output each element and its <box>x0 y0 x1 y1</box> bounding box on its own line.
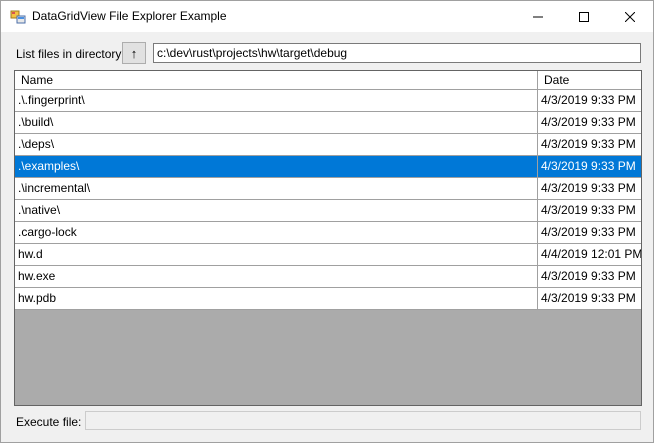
grid-rows: .\.fingerprint\ 4/3/2019 9:33 PM .\build\ 4… <box>15 90 641 310</box>
table-row[interactable]: .\incremental\ 4/3/2019 9:33 PM <box>15 178 641 200</box>
column-header-date[interactable]: Date <box>538 71 641 89</box>
cell-name[interactable]: .\incremental\ <box>15 178 538 199</box>
title-bar[interactable]: DataGridView File Explorer Example <box>1 1 653 32</box>
table-row[interactable]: .\.fingerprint\ 4/3/2019 9:33 PM <box>15 90 641 112</box>
cell-date[interactable]: 4/3/2019 9:33 PM <box>538 222 641 243</box>
minimize-icon <box>533 16 543 17</box>
cell-name[interactable]: .\deps\ <box>15 134 538 155</box>
directory-path-input[interactable]: c:\dev\rust\projects\hw\target\debug <box>153 43 641 63</box>
app-icon <box>10 10 26 24</box>
cell-date[interactable]: 4/3/2019 9:33 PM <box>538 288 641 309</box>
window-title: DataGridView File Explorer Example <box>32 9 227 23</box>
cell-name[interactable]: .\native\ <box>15 200 538 221</box>
cell-date[interactable]: 4/3/2019 9:33 PM <box>538 112 641 133</box>
cell-name[interactable]: hw.d <box>15 244 538 265</box>
close-icon <box>625 11 635 22</box>
execute-file-label: Execute file: <box>16 415 82 429</box>
cell-date[interactable]: 4/3/2019 9:33 PM <box>538 200 641 221</box>
table-row[interactable]: .\deps\ 4/3/2019 9:33 PM <box>15 134 641 156</box>
cell-date[interactable]: 4/3/2019 9:33 PM <box>538 178 641 199</box>
table-row[interactable]: hw.exe 4/3/2019 9:33 PM <box>15 266 641 288</box>
table-row[interactable]: .cargo-lock 4/3/2019 9:33 PM <box>15 222 641 244</box>
app-window: DataGridView File Explorer Example List … <box>0 0 654 443</box>
table-row[interactable]: hw.d 4/4/2019 12:01 PM <box>15 244 641 266</box>
table-row[interactable]: .\native\ 4/3/2019 9:33 PM <box>15 200 641 222</box>
cell-date[interactable]: 4/3/2019 9:33 PM <box>538 156 641 177</box>
cell-name[interactable]: .\.fingerprint\ <box>15 90 538 111</box>
cell-name[interactable]: hw.pdb <box>15 288 538 309</box>
cell-date[interactable]: 4/3/2019 9:33 PM <box>538 134 641 155</box>
grid-header: Name Date <box>15 71 641 90</box>
execute-file-input[interactable] <box>85 411 641 430</box>
table-row[interactable]: .\examples\ 4/3/2019 9:33 PM <box>15 156 641 178</box>
maximize-button[interactable] <box>561 1 607 32</box>
table-row[interactable]: hw.pdb 4/3/2019 9:33 PM <box>15 288 641 310</box>
list-files-label: List files in directory: <box>16 47 125 61</box>
cell-name[interactable]: .\build\ <box>15 112 538 133</box>
file-grid[interactable]: Name Date .\.fingerprint\ 4/3/2019 9:33 P… <box>14 70 642 406</box>
cell-name[interactable]: .\examples\ <box>15 156 538 177</box>
cell-date[interactable]: 4/3/2019 9:33 PM <box>538 266 641 287</box>
cell-name[interactable]: .cargo-lock <box>15 222 538 243</box>
cell-name[interactable]: hw.exe <box>15 266 538 287</box>
up-arrow-icon: ↑ <box>130 45 138 61</box>
cell-date[interactable]: 4/4/2019 12:01 PM <box>538 244 641 265</box>
cell-date[interactable]: 4/3/2019 9:33 PM <box>538 90 641 111</box>
column-header-name[interactable]: Name <box>15 71 538 89</box>
close-button[interactable] <box>607 1 653 32</box>
table-row[interactable]: .\build\ 4/3/2019 9:33 PM <box>15 112 641 134</box>
up-directory-button[interactable]: ↑ <box>122 42 146 64</box>
maximize-icon <box>579 11 589 22</box>
minimize-button[interactable] <box>515 1 561 32</box>
